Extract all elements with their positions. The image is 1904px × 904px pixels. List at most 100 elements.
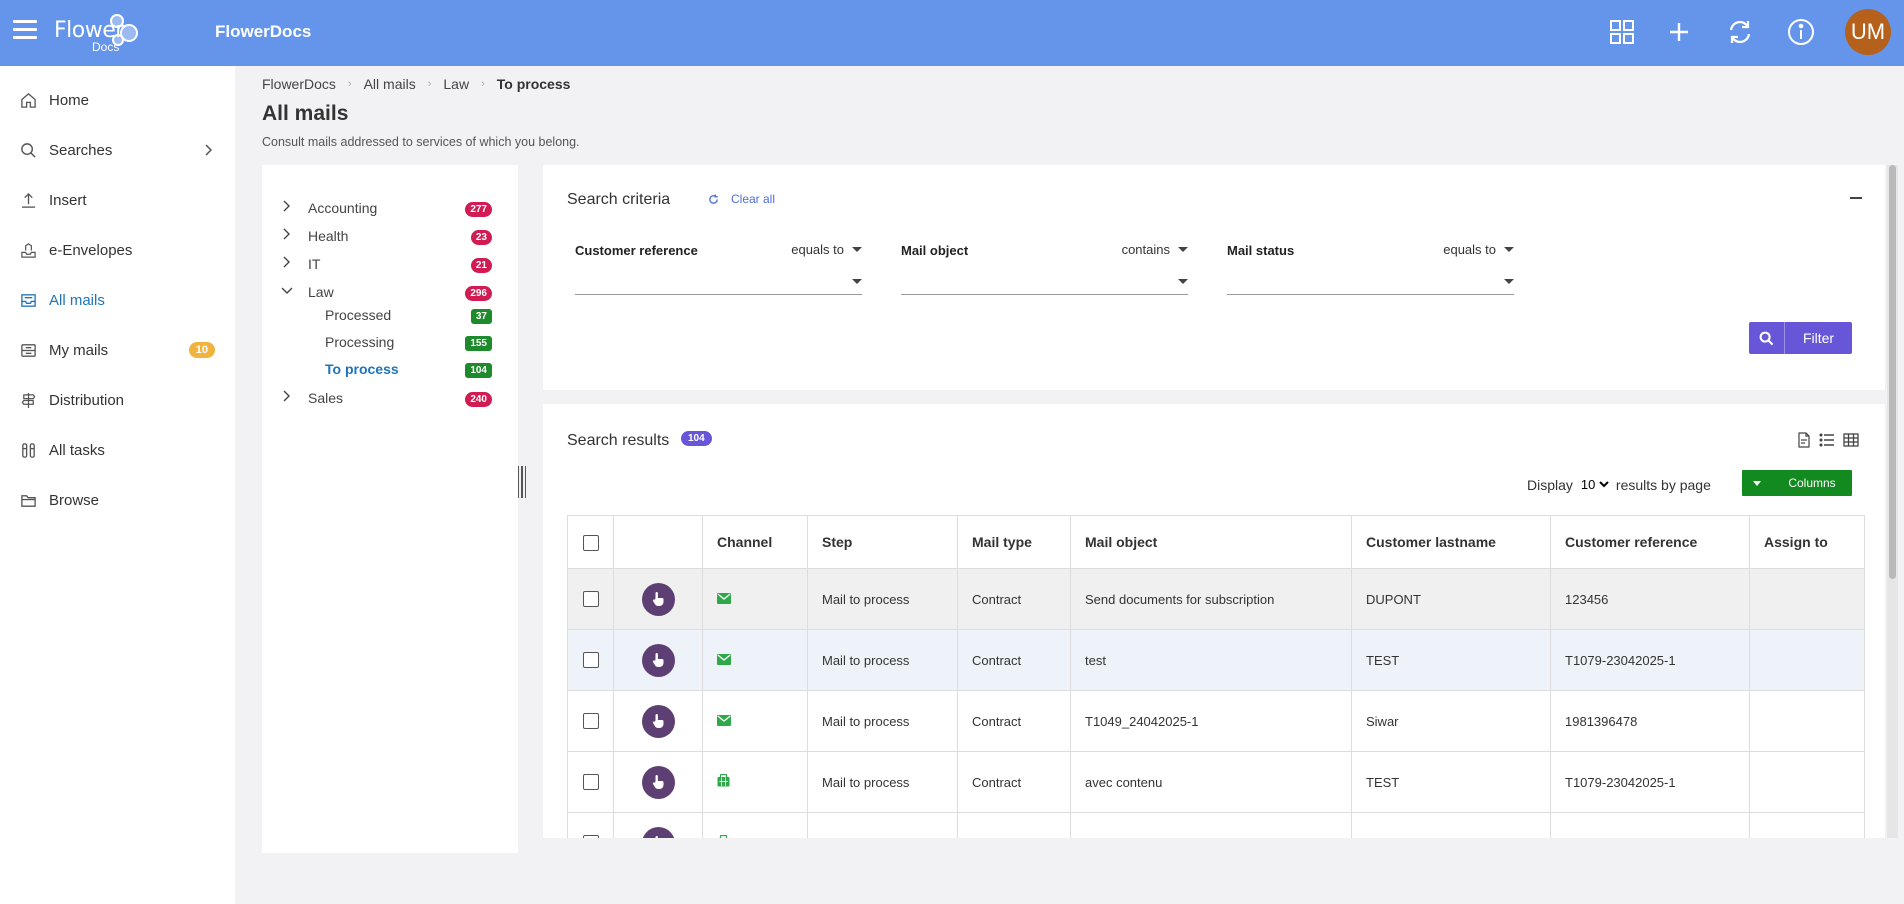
table-view-icon[interactable] [1843,432,1859,448]
chevron-down-icon[interactable] [281,286,293,295]
signpost-icon [21,392,36,408]
column-header[interactable]: Channel [702,515,808,569]
hand-pointer-icon[interactable] [641,826,675,838]
chevron-right-icon[interactable] [282,256,291,268]
tree-node-label: Processing [325,334,395,350]
list-view-icon[interactable] [1819,432,1835,448]
tree-node-accounting[interactable]: Accounting 277 [262,197,492,219]
tree-node-to-process[interactable]: To process 104 [262,358,492,380]
sidebar-item-searches[interactable]: Searches [20,135,220,165]
table-row[interactable]: Mail to process Contract avec contenu TE… [567,751,1865,813]
row-select-cell [567,690,614,752]
chevron-right-icon[interactable] [282,228,291,240]
csv-export-icon[interactable] [1796,432,1812,448]
hand-pointer-icon[interactable] [641,582,675,616]
logo[interactable]: Flower Docs [54,10,138,56]
customer-reference-input[interactable] [575,271,862,295]
assign-to-cell [1749,751,1865,813]
sidebar-item-browse[interactable]: Browse [20,485,220,515]
sidebar-item-all-mails[interactable]: All mails [20,285,220,315]
refresh-icon[interactable] [1724,16,1756,48]
table-row[interactable]: Mail to process Contract T1049_24042025-… [567,690,1865,752]
tree-node-it[interactable]: IT 21 [262,253,492,275]
plus-icon[interactable] [1663,16,1695,48]
clear-all-label: Clear all [731,192,776,206]
panel-resize-handle[interactable] [518,466,526,498]
sidebar-item-insert[interactable]: Insert [20,185,220,215]
tree-node-sales[interactable]: Sales 240 [262,387,492,409]
tree-node-processing[interactable]: Processing 155 [262,331,492,353]
sidebar-item-label: All tasks [49,441,105,459]
assign-to-cell [1749,690,1865,752]
tree-node-law[interactable]: Law 296 [262,281,492,303]
scrollbar-thumb[interactable] [1889,165,1896,579]
column-header[interactable]: Mail type [957,515,1071,569]
tree-node-label: Law [308,284,334,300]
app-name[interactable]: FlowerDocs [215,22,311,42]
page-subtitle: Consult mails addressed to services of w… [262,135,580,149]
column-header[interactable]: Mail object [1070,515,1352,569]
table-row[interactable]: Mail to process Contract test TEST T1079… [567,629,1865,691]
tree-node-health[interactable]: Health 23 [262,225,492,247]
collapse-icon[interactable] [1850,197,1862,199]
search-results-title: Search results [567,432,670,449]
row-checkbox[interactable] [582,652,599,669]
row-checkbox[interactable] [582,835,599,838]
chevron-right-icon[interactable] [282,390,291,402]
select-all-checkbox[interactable] [582,534,599,551]
info-icon[interactable] [1785,16,1817,48]
apps-grid-icon[interactable] [1606,16,1638,48]
operator-select[interactable]: equals to [791,242,862,257]
page-title: All mails [262,102,349,125]
mail-status-input[interactable] [1227,271,1514,295]
avatar[interactable]: UM [1845,9,1891,55]
tree-node-label: Processed [325,307,392,323]
channel-cell [702,690,808,752]
hand-pointer-icon[interactable] [641,765,675,799]
sidebar-item-home[interactable]: Home [20,85,220,115]
row-checkbox[interactable] [582,713,599,730]
row-checkbox[interactable] [582,591,599,608]
columns-button[interactable]: Columns [1742,470,1852,496]
column-header[interactable]: Step [807,515,958,569]
clear-all-button[interactable]: Clear all [708,192,775,206]
mail-type-cell: Contract [957,751,1071,813]
table-row[interactable]: Mail to process Contract Sans contenu TE… [567,812,1865,838]
filter-button[interactable]: Filter [1749,322,1852,354]
mail-status-field: Mail status equals to [1227,242,1514,295]
menu-icon[interactable] [13,20,37,40]
caret-down-icon [1504,247,1514,252]
email-channel-icon [717,592,731,604]
operator-select[interactable]: contains [1122,242,1188,257]
hand-pointer-icon[interactable] [641,704,675,738]
page-scrollbar[interactable] [1887,165,1898,838]
search-icon [1759,331,1774,345]
operator-select[interactable]: equals to [1443,242,1514,257]
hand-pointer-icon[interactable] [641,643,675,677]
breadcrumb-item[interactable]: FlowerDocs [262,76,336,92]
logo-bubble [112,34,124,46]
table-row[interactable]: Mail to process Contract Send documents … [567,568,1865,630]
sidebar-item-all-tasks[interactable]: All tasks [20,435,220,465]
chevron-right-icon[interactable] [282,200,291,212]
page-size-select[interactable]: 10 [1576,476,1612,493]
breadcrumb-item[interactable]: Law [443,76,469,92]
breadcrumb-item[interactable]: All mails [364,76,416,92]
sidebar-item-my-mails[interactable]: My mails 10 [20,335,220,365]
mail-object-input[interactable] [901,271,1188,295]
postal-mail-channel-icon [719,834,728,838]
tree-node-count: 277 [465,202,492,217]
column-header[interactable]: Customer lastname [1351,515,1551,569]
mail-type-cell: Contract [957,812,1071,838]
sidebar-item-distribution[interactable]: Distribution [20,385,220,415]
sidebar-item-label: All mails [49,291,105,309]
channel-cell [702,568,808,630]
caret-down-icon [1742,470,1772,496]
column-header[interactable]: Assign to [1749,515,1865,569]
customer-reference-cell: 123456 [1550,568,1750,630]
tree-node-processed[interactable]: Processed 37 [262,304,492,326]
row-checkbox[interactable] [582,774,599,791]
column-header[interactable]: Customer reference [1550,515,1750,569]
sidebar-item-e-envelopes[interactable]: e-Envelopes [20,235,220,265]
step-cell: Mail to process [807,812,958,838]
